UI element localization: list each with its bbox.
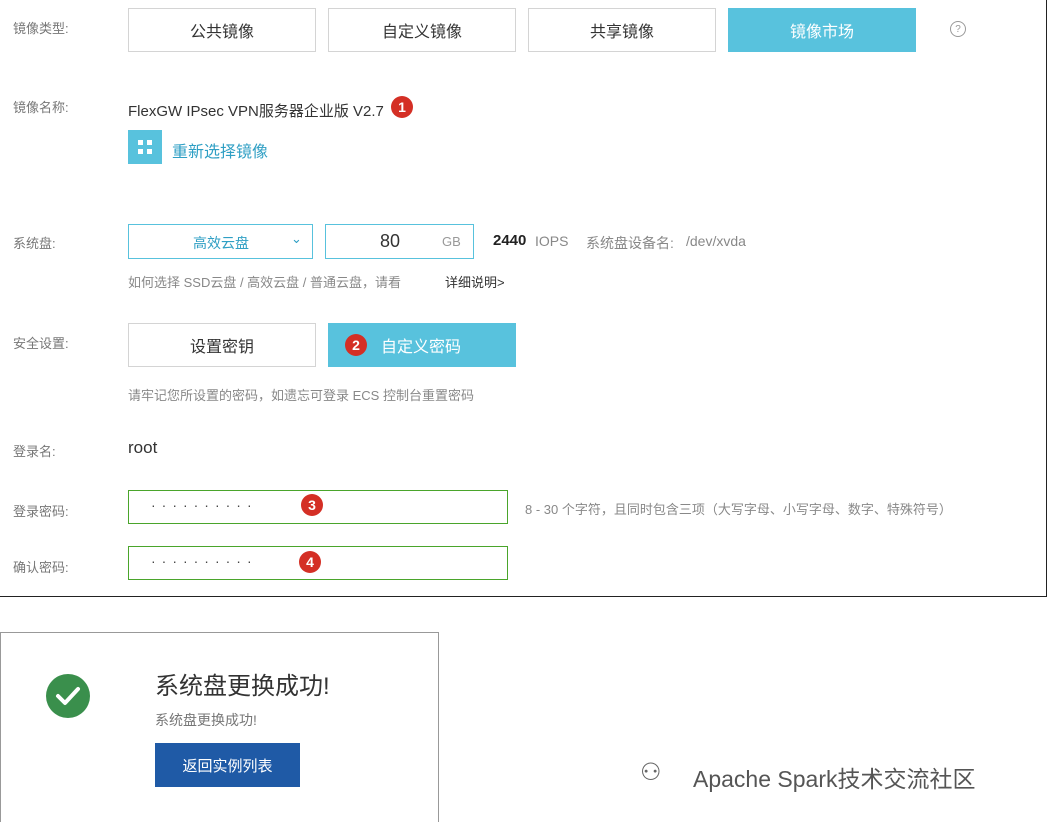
password-value: ·········· [151,497,258,513]
option-set-key[interactable]: 设置密钥 [128,323,316,367]
image-name-value: FlexGW IPsec VPN服务器企业版 V2.7 [128,103,384,120]
login-name-value: root [128,438,158,457]
disk-detail-link[interactable]: 详细说明> [445,272,505,291]
tab-public-image[interactable]: 公共镜像 [128,8,316,52]
step-badge-1: 1 [391,96,413,118]
confirm-password-value: ·········· [151,553,258,569]
image-type-label: 镜像类型: [13,21,69,36]
password-label: 登录密码: [13,504,69,519]
disk-help-text: 如何选择 SSD云盘 / 高效云盘 / 普通云盘，请看 [128,275,402,290]
disk-size-unit: GB [442,234,461,249]
success-subtitle: 系统盘更换成功! [155,712,257,728]
tab-shared-image[interactable]: 共享镜像 [528,8,716,52]
disk-size-input[interactable]: 80 GB [325,224,474,259]
help-icon[interactable]: ? [950,21,966,37]
device-name-value: /dev/xvda [686,233,746,249]
security-label: 安全设置: [13,336,69,351]
iops-unit: IOPS [535,233,569,249]
step-badge-4: 4 [299,551,321,573]
system-disk-label: 系统盘: [13,236,56,251]
wechat-icon: ⚇ [640,759,662,786]
device-name-label: 系统盘设备名: [586,235,674,251]
iops-value: 2440 [493,232,527,249]
grid-icon[interactable] [128,130,162,164]
checkmark-icon [46,674,90,718]
confirm-password-label: 确认密码: [13,560,69,575]
back-to-instance-list-button[interactable]: 返回实例列表 [155,743,300,787]
image-name-label: 镜像名称: [13,100,69,115]
tab-custom-image[interactable]: 自定义镜像 [328,8,516,52]
watermark-text: Apache Spark技术交流社区 [693,766,976,792]
step-badge-3: 3 [301,494,323,516]
step-badge-2: 2 [345,334,367,356]
disk-type-select[interactable]: 高效云盘 ⌄ [128,224,313,259]
reselect-image-link[interactable]: 重新选择镜像 [172,138,268,162]
disk-size-value: 80 [380,231,401,251]
password-hint: 8 - 30 个字符，且同时包含三项（大写字母、小写字母、数字、特殊符号） [525,502,952,517]
security-note: 请牢记您所设置的密码，如遗忘可登录 ECS 控制台重置密码 [128,388,474,403]
tab-image-market[interactable]: 镜像市场 [728,8,916,52]
success-title: 系统盘更换成功! [155,673,330,700]
chevron-down-icon: ⌄ [291,231,302,246]
login-name-label: 登录名: [13,444,56,459]
disk-type-value: 高效云盘 [193,235,249,251]
instance-config-panel: 镜像类型: 公共镜像 自定义镜像 共享镜像 镜像市场 ? 镜像名称: FlexG… [0,0,1047,597]
